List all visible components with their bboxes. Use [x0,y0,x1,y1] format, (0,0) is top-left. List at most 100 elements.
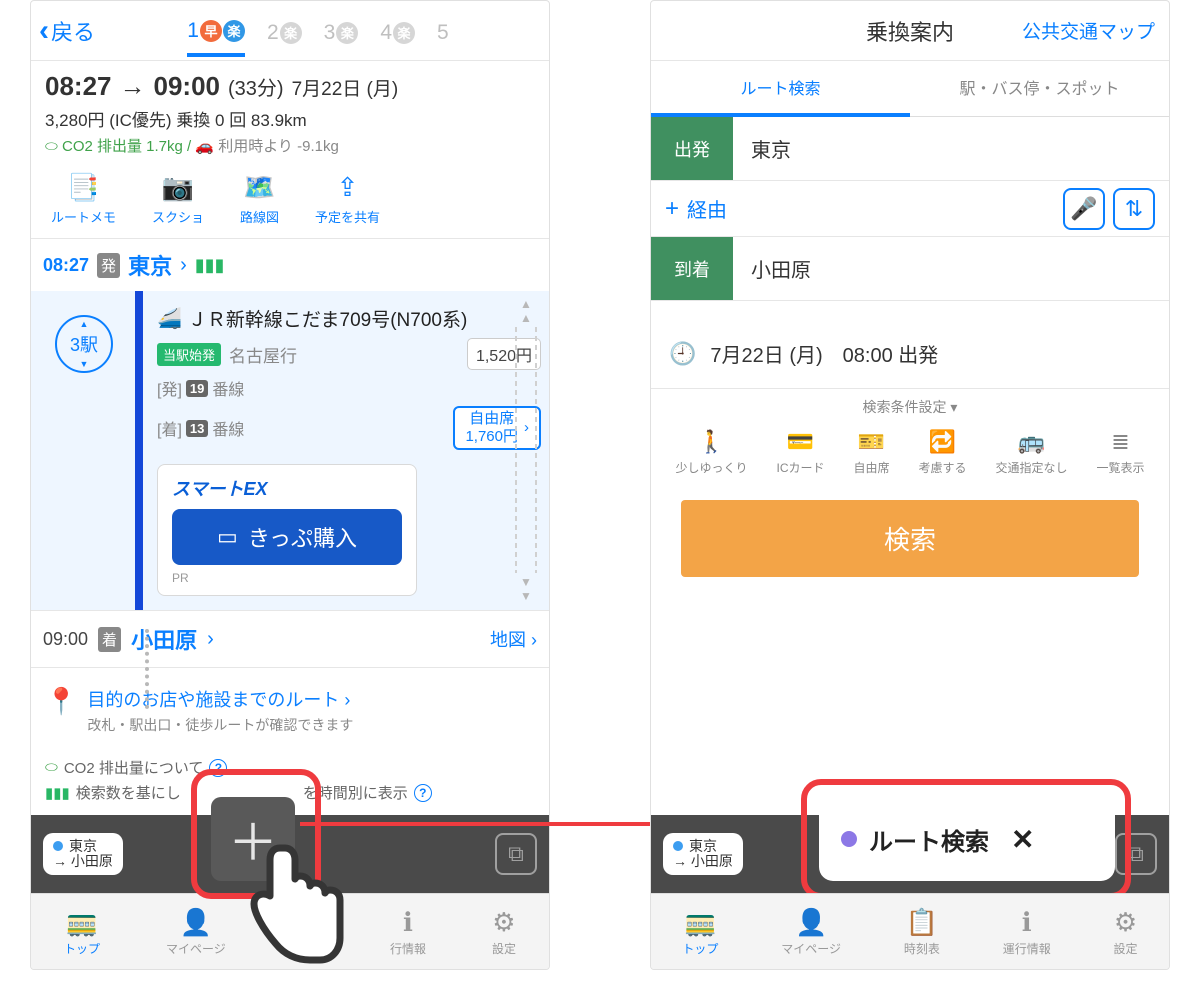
dotted-connector [145,629,149,709]
search-tabs: ルート検索 駅・バス停・スポット [651,61,1169,117]
arr-value: 小田原 [733,254,811,283]
cond-walk[interactable]: 🚶少しゆっくり [675,429,747,476]
camera-icon: 📷 [162,172,194,203]
nav-bar: 乗換案内 公共交通マップ [651,1,1169,61]
help-icon[interactable]: ? [414,784,432,802]
chevron-left-icon: ‹ [39,14,49,48]
back-label: 戻る [51,15,95,47]
cond-ic[interactable]: 💳ICカード [776,429,824,476]
summary: 08:27 → 09:00 (33分) 7月22日 (月) 3,280円 (IC… [31,61,549,162]
train-dest: 名古屋行 [229,342,297,367]
fare-line: 3,280円 (IC優先) 乗換 0 回 83.9km [45,106,535,131]
tab-route-search[interactable]: ルート検索 [651,61,910,117]
chevron-right-icon: › [531,630,537,650]
memo-icon: 📑 [67,172,99,203]
nav-status[interactable]: ℹ︎運行情報 [1003,907,1051,957]
nav-timetable[interactable]: 📋時刻表 [904,907,940,957]
tab-station-spot[interactable]: 駅・バス停・スポット [910,61,1169,117]
dot-icon [53,841,63,851]
cond-listview[interactable]: ≣一覧表示 [1096,429,1144,476]
arrival-row[interactable]: 到着 小田原 [651,237,1169,301]
scroll-indicator[interactable]: ▲▲ ▼▼ [509,297,543,603]
crowd-icon: ▮▮▮ [45,784,70,802]
dep-label: 出発 [651,117,733,180]
datetime-value: 7月22日 (月) 08:00 出発 [710,339,938,368]
map-link[interactable]: 地図 › [490,626,537,652]
dot-icon [673,841,683,851]
route-tab-5[interactable]: 5 [437,5,449,57]
badge-fast-icon: 早 [200,20,222,42]
action-screenshot[interactable]: 📷スクショ [152,172,204,226]
pin-icon: 📍 [45,686,77,717]
tabs-overview-button[interactable]: ⧉ [495,833,537,875]
action-bar: 📑ルートメモ 📷スクショ 🗺️路線図 ⇪予定を共有 [31,162,549,239]
smartex-logo: スマートEX [172,475,402,501]
dep-value: 東京 [733,134,791,163]
route-tab-3[interactable]: 3 楽 [324,5,359,57]
search-button[interactable]: 検索 [681,500,1139,577]
back-button[interactable]: ‹ 戻る [39,14,95,48]
chevron-right-icon: › [344,690,350,710]
route-tabs: 1 早 楽 2 楽 3 楽 4 楽 5 [95,5,541,57]
swap-button[interactable]: ⇅ [1113,188,1155,230]
phone-search: 乗換案内 公共交通マップ ルート検索 駅・バス停・スポット 出発 東京 + 経由… [650,0,1170,970]
buy-ticket-button[interactable]: ▭ きっぷ購入 [172,509,402,565]
train-icon: 🚄 [157,306,182,331]
conditions-link[interactable]: 検索条件設定 ▾ [651,389,1169,425]
dep-time: 08:27 [45,71,112,102]
nav-top[interactable]: 🚃トップ [64,907,100,957]
train-name: ＪＲ新幹線こだま709号(N700系) [188,305,467,332]
crowd-icon[interactable]: ▮▮▮ [195,255,225,276]
start-badge: 当駅始発 [157,343,221,366]
close-icon[interactable]: ✕ [1011,823,1034,856]
destination-route-link[interactable]: 📍 目的のお店や施設までのルート › 改札・駅出口・徒歩ルートが確認できます [31,668,549,745]
transit-map-link[interactable]: 公共交通マップ [1022,17,1155,44]
route-tab-4[interactable]: 4 楽 [380,5,415,57]
nav-bar: ‹ 戻る 1 早 楽 2 楽 3 楽 4 楽 5 [31,1,549,61]
nav-mypage[interactable]: 👤マイページ [781,907,841,957]
dep-badge: 発 [97,253,120,278]
new-search-chip[interactable]: ルート検索 ✕ [819,797,1115,881]
cond-transport[interactable]: 🚌交通指定なし [995,429,1067,476]
pointer-hand-icon [240,838,350,968]
date: 7月22日 (月) [292,74,399,101]
action-routemap[interactable]: 🗺️路線図 [240,172,279,226]
badge-easy-icon: 楽 [223,20,245,42]
pr-label: PR [172,571,402,585]
leaf-icon: ⬭ [45,138,58,155]
stops-toggle[interactable]: 3駅 [55,315,113,373]
nav-status[interactable]: ℹ︎行情報 [390,907,426,957]
conditions-row: 🚶少しゆっくり 💳ICカード 🎫自由席 🔁考慮する 🚌交通指定なし ≣一覧表示 [651,425,1169,494]
datetime-row[interactable]: 🕘 7月22日 (月) 08:00 出発 [651,319,1169,389]
dep-station[interactable]: 東京 [128,249,172,281]
clock-icon: 🕘 [669,341,696,367]
arr-badge: 着 [98,627,121,652]
departure-row[interactable]: 出発 東京 [651,117,1169,181]
segment-arr-row: 09:00 着 小田原 › 地図 › [31,610,549,668]
smartex-card: スマートEX ▭ きっぷ購入 PR [157,464,417,596]
leaf-icon: ⬭ [45,759,58,776]
arr-time-val: 09:00 [43,629,88,650]
nav-mypage[interactable]: 👤マイページ [166,907,226,957]
line-bar [135,291,143,610]
arr-time: 09:00 [154,71,221,102]
action-share[interactable]: ⇪予定を共有 [315,172,380,226]
route-chip[interactable]: 東京 → 小田原 [663,833,743,876]
segment-body: 3駅 🚄 ＪＲ新幹線こだま709号(N700系) 当駅始発 名古屋行 1,520… [31,291,549,610]
chevron-right-icon: › [180,254,187,277]
cond-commuter[interactable]: 🔁考慮する [918,429,966,476]
co2-row: ⬭ CO2 排出量 1.7kg / 🚗 利用時より -9.1kg [45,135,535,156]
route-chip[interactable]: 東京 → 小田原 [43,833,123,876]
nav-settings[interactable]: ⚙︎設定 [1114,907,1138,957]
segment-dep-header: 08:27 発 東京 › ▮▮▮ [31,239,549,291]
arr-station[interactable]: 小田原 [131,623,197,655]
nav-settings[interactable]: ⚙︎設定 [492,907,516,957]
action-routememo[interactable]: 📑ルートメモ [51,172,116,226]
voice-input-button[interactable]: 🎤 [1063,188,1105,230]
nav-top[interactable]: 🚃トップ [682,907,718,957]
bottom-nav: 🚃トップ 👤マイページ 📋時刻表 ℹ︎運行情報 ⚙︎設定 [651,893,1169,969]
via-link[interactable]: 経由 [687,194,727,223]
route-tab-1[interactable]: 1 早 楽 [187,5,245,57]
cond-seat[interactable]: 🎫自由席 [853,429,889,476]
route-tab-2[interactable]: 2 楽 [267,5,302,57]
